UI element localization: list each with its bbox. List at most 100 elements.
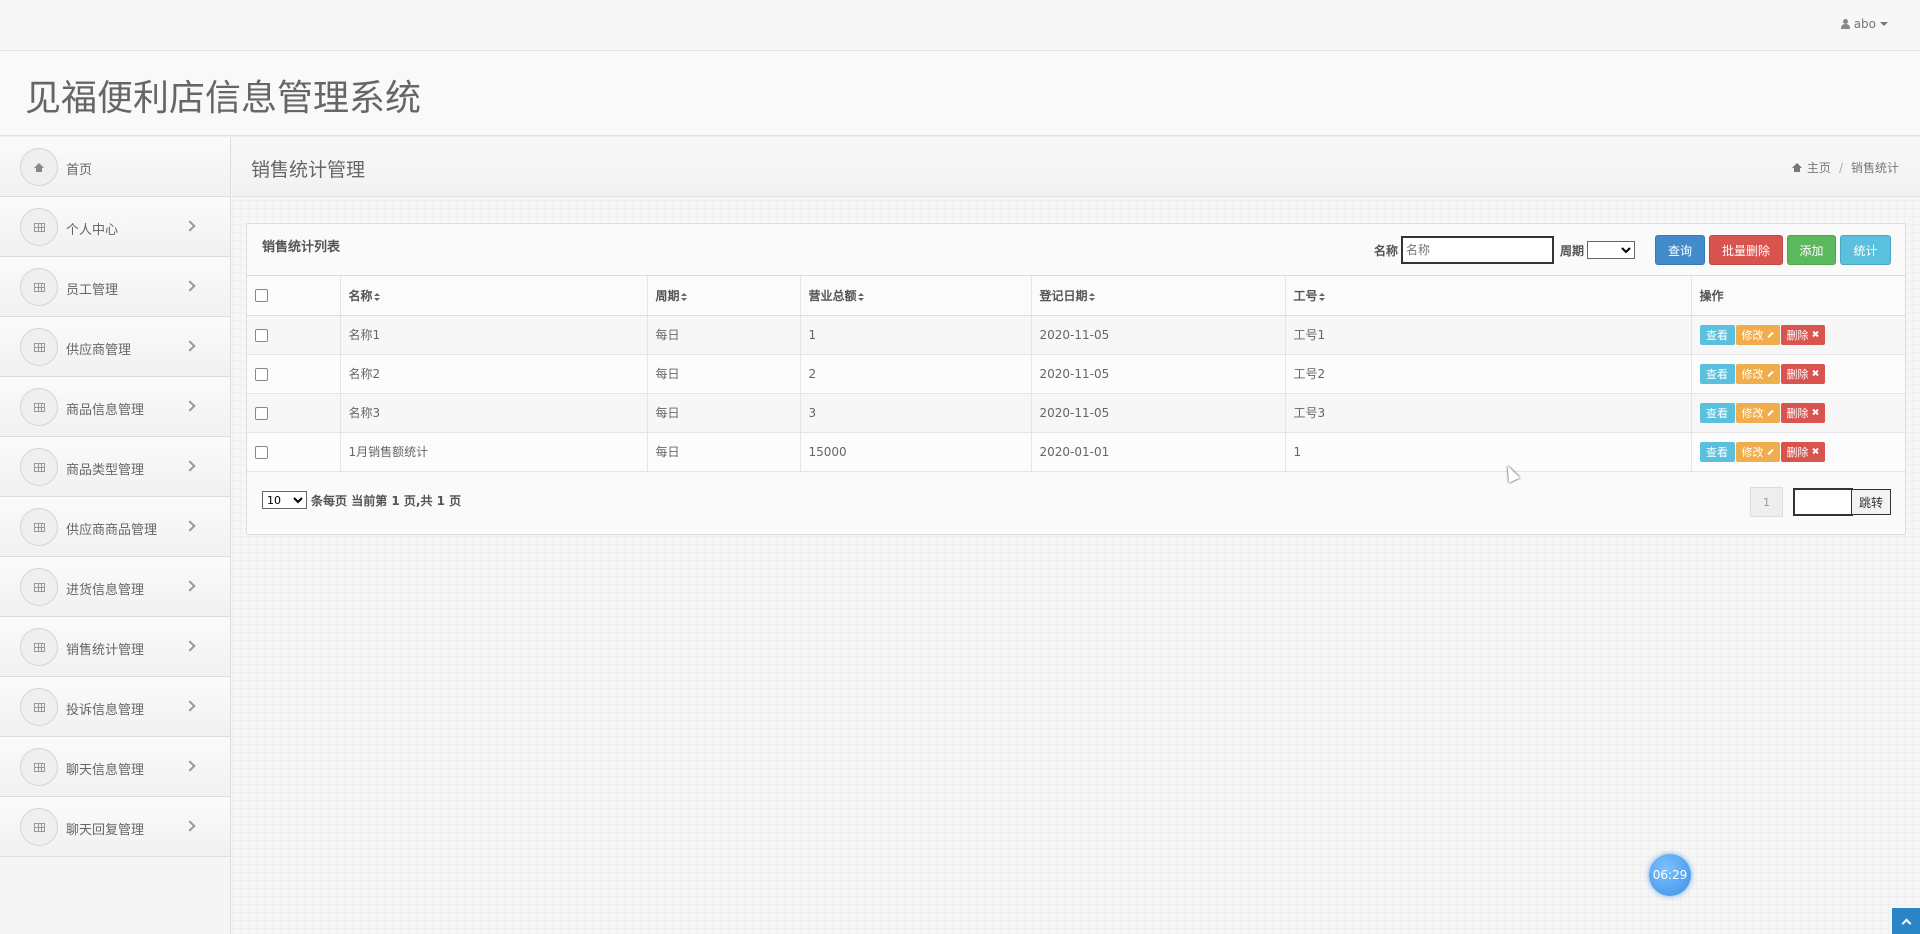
pencil-icon <box>1766 448 1774 455</box>
name-search-input[interactable] <box>1400 236 1554 264</box>
sidebar-item-label: 供应商管理 <box>66 343 132 358</box>
cell-emp-no: 1 <box>1285 432 1692 471</box>
panel-title: 销售统计列表 <box>262 240 341 255</box>
app-title: 见福便利店信息管理系统 <box>25 78 422 119</box>
page-header: 销售统计管理 主页 / 销售统计 <box>232 137 1920 197</box>
sidebar-item-label: 聊天信息管理 <box>66 763 145 778</box>
table-icon <box>20 388 58 426</box>
jump-button[interactable]: 跳转 <box>1851 489 1891 515</box>
chevron-right-icon <box>184 700 196 712</box>
pencil-icon <box>1766 370 1774 377</box>
edit-button[interactable]: 修改 <box>1735 363 1780 384</box>
sidebar-item-profile[interactable]: 个人中心 <box>0 197 230 257</box>
sidebar-item-sales-stats[interactable]: 销售统计管理 <box>0 617 230 677</box>
name-label: 名称 <box>1373 243 1398 258</box>
sort-icon <box>1088 292 1095 301</box>
home-icon <box>1791 163 1802 172</box>
page-number-button[interactable]: 1 <box>1750 487 1783 517</box>
delete-button[interactable]: 删除 <box>1780 441 1825 462</box>
header-emp-no[interactable]: 工号 <box>1285 276 1692 316</box>
sidebar-item-home[interactable]: 首页 <box>0 137 230 197</box>
cell-name: 名称3 <box>340 393 648 432</box>
row-checkbox[interactable] <box>255 328 268 342</box>
sidebar-item-label: 进货信息管理 <box>66 583 145 598</box>
sidebar-item-supplier-products[interactable]: 供应商商品管理 <box>0 497 230 557</box>
panel-header: 销售统计列表 名称 周期 查询 批量删除 添加 统计 <box>247 224 1905 276</box>
scroll-to-top-button[interactable] <box>1892 908 1920 934</box>
header-period[interactable]: 周期 <box>647 276 801 316</box>
query-button[interactable]: 查询 <box>1655 235 1705 265</box>
add-button[interactable]: 添加 <box>1787 235 1836 265</box>
view-button[interactable]: 查看 <box>1699 363 1735 384</box>
batch-delete-button[interactable]: 批量删除 <box>1709 235 1783 265</box>
sidebar-item-label: 个人中心 <box>66 223 119 238</box>
user-menu[interactable]: abo <box>1840 17 1888 31</box>
sidebar-item-employees[interactable]: 员工管理 <box>0 257 230 317</box>
sidebar-item-complaints[interactable]: 投诉信息管理 <box>0 677 230 737</box>
sidebar-item-label: 首页 <box>66 163 93 178</box>
breadcrumb-home-link[interactable]: 主页 <box>1807 159 1831 176</box>
table-icon <box>20 748 58 786</box>
sidebar-item-purchases[interactable]: 进货信息管理 <box>0 557 230 617</box>
cell-period: 每日 <box>647 315 801 354</box>
edit-button[interactable]: 修改 <box>1735 324 1780 345</box>
sidebar-item-suppliers[interactable]: 供应商管理 <box>0 317 230 377</box>
page-status: 当前第 1 页,共 1 页 <box>351 493 462 508</box>
pager-info: 10 条每页 当前第 1 页,共 1 页 <box>262 491 461 509</box>
sidebar-item-product-types[interactable]: 商品类型管理 <box>0 437 230 497</box>
user-icon <box>1840 19 1850 29</box>
close-icon <box>1812 409 1819 416</box>
sidebar-item-label: 商品信息管理 <box>66 403 145 418</box>
edit-button[interactable]: 修改 <box>1735 402 1780 423</box>
cell-date: 2020-11-05 <box>1031 315 1286 354</box>
table-icon <box>20 628 58 666</box>
select-all-checkbox[interactable] <box>255 289 268 303</box>
table-icon <box>20 268 58 306</box>
view-button[interactable]: 查看 <box>1699 402 1735 423</box>
sidebar-item-products[interactable]: 商品信息管理 <box>0 377 230 437</box>
sidebar-item-chat-replies[interactable]: 聊天回复管理 <box>0 797 230 857</box>
stats-button[interactable]: 统计 <box>1840 235 1891 265</box>
cell-emp-no: 工号2 <box>1285 354 1692 393</box>
page-title: 销售统计管理 <box>251 159 366 181</box>
sidebar-item-label: 员工管理 <box>66 283 119 298</box>
row-checkbox[interactable] <box>255 367 268 381</box>
sidebar-item-label: 投诉信息管理 <box>66 703 145 718</box>
cell-emp-no: 工号3 <box>1285 393 1692 432</box>
breadcrumb: 主页 / 销售统计 <box>1791 159 1899 176</box>
sidebar: 首页 个人中心 员工管理 供应商管理 商品信息管理 商品类型管理 供应商商品管理… <box>0 137 231 934</box>
header-name[interactable]: 名称 <box>340 276 648 316</box>
timer-bubble[interactable]: 06:29 <box>1649 854 1691 896</box>
table-icon <box>20 508 58 546</box>
row-checkbox[interactable] <box>255 406 268 420</box>
header-date[interactable]: 登记日期 <box>1031 276 1286 316</box>
header-actions: 操作 <box>1691 276 1905 316</box>
pencil-icon <box>1766 409 1774 416</box>
table-icon <box>20 208 58 246</box>
jump-page-input[interactable] <box>1793 488 1853 516</box>
breadcrumb-current: 销售统计 <box>1850 161 1899 175</box>
sidebar-item-chats[interactable]: 聊天信息管理 <box>0 737 230 797</box>
header-total[interactable]: 营业总额 <box>800 276 1032 316</box>
row-checkbox[interactable] <box>255 445 268 459</box>
cell-period: 每日 <box>647 393 801 432</box>
table-icon <box>20 808 58 846</box>
delete-button[interactable]: 删除 <box>1780 402 1825 423</box>
app-header: 见福便利店信息管理系统 <box>0 51 1920 136</box>
delete-button[interactable]: 删除 <box>1780 363 1825 384</box>
sidebar-item-label: 商品类型管理 <box>66 463 145 478</box>
cell-total: 1 <box>800 315 1032 354</box>
close-icon <box>1812 370 1819 377</box>
sort-icon <box>680 292 687 301</box>
period-select[interactable] <box>1587 241 1635 259</box>
view-button[interactable]: 查看 <box>1699 441 1735 462</box>
pencil-icon <box>1766 331 1774 338</box>
page-size-select[interactable]: 10 <box>262 491 307 509</box>
sidebar-item-label: 销售统计管理 <box>66 643 145 658</box>
delete-button[interactable]: 删除 <box>1780 324 1825 345</box>
edit-button[interactable]: 修改 <box>1735 441 1780 462</box>
sort-icon <box>857 292 864 301</box>
cell-period: 每日 <box>647 354 801 393</box>
chevron-right-icon <box>184 400 196 412</box>
view-button[interactable]: 查看 <box>1699 324 1735 345</box>
